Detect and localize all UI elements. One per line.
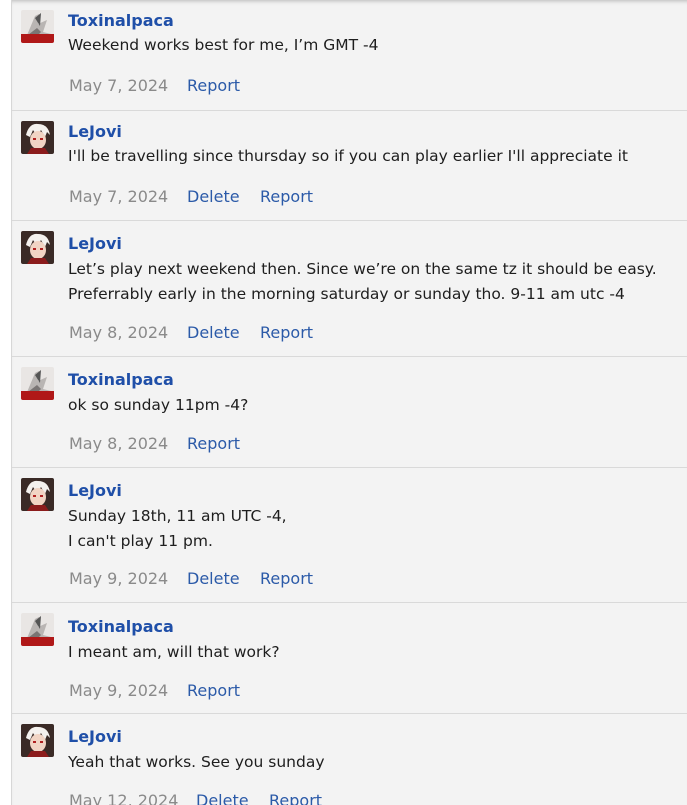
- toxinalpaca-avatar[interactable]: [21, 367, 54, 400]
- report-button[interactable]: Report: [269, 791, 322, 805]
- message-author[interactable]: Toxinalpaca: [68, 617, 174, 636]
- message-text: I can't play 11 pm.: [68, 532, 213, 550]
- report-button[interactable]: Report: [187, 681, 240, 700]
- report-button[interactable]: Report: [260, 187, 313, 206]
- report-button[interactable]: Report: [260, 323, 313, 342]
- message-item: Toxinalpaca I meant am, will that work? …: [12, 602, 687, 714]
- message-date: May 9, 2024: [69, 681, 169, 700]
- lejovi-avatar[interactable]: [21, 724, 54, 757]
- message-item: LeJovi Yeah that works. See you sunday M…: [12, 713, 687, 805]
- report-button[interactable]: Report: [260, 569, 313, 588]
- message-item: LeJovi I'll be travelling since thursday…: [12, 110, 687, 221]
- lejovi-avatar[interactable]: [21, 231, 54, 264]
- message-item: LeJovi Let’s play next weekend then. Sin…: [12, 220, 687, 357]
- message-author[interactable]: LeJovi: [68, 122, 122, 141]
- message-author[interactable]: LeJovi: [68, 727, 122, 746]
- message-text: I'll be travelling since thursday so if …: [68, 147, 628, 165]
- message-text: Yeah that works. See you sunday: [68, 753, 325, 771]
- message-text: Let’s play next weekend then. Since we’r…: [68, 260, 657, 278]
- message-text: Preferrably early in the morning saturda…: [68, 285, 625, 303]
- message-thread: Toxinalpaca Weekend works best for me, I…: [11, 0, 687, 805]
- message-date: May 8, 2024: [69, 434, 169, 453]
- toxinalpaca-avatar[interactable]: [21, 613, 54, 646]
- message-author[interactable]: Toxinalpaca: [68, 370, 174, 389]
- delete-button[interactable]: Delete: [196, 791, 249, 805]
- delete-button[interactable]: Delete: [187, 323, 240, 342]
- message-item: Toxinalpaca ok so sunday 11pm -4? May 8,…: [12, 356, 687, 468]
- message-author[interactable]: Toxinalpaca: [68, 11, 174, 30]
- message-item: LeJovi Sunday 18th, 11 am UTC -4, I can'…: [12, 467, 687, 603]
- message-text: ok so sunday 11pm -4?: [68, 396, 249, 414]
- delete-button[interactable]: Delete: [187, 569, 240, 588]
- toxinalpaca-avatar[interactable]: [21, 10, 54, 43]
- report-button[interactable]: Report: [187, 76, 240, 95]
- message-date: May 12, 2024: [69, 791, 179, 805]
- message-date: May 7, 2024: [69, 187, 169, 206]
- delete-button[interactable]: Delete: [187, 187, 240, 206]
- message-text: I meant am, will that work?: [68, 643, 280, 661]
- message-author[interactable]: LeJovi: [68, 234, 122, 253]
- message-date: May 9, 2024: [69, 569, 169, 588]
- message-text: Weekend works best for me, I’m GMT -4: [68, 36, 379, 54]
- message-text: Sunday 18th, 11 am UTC -4,: [68, 507, 287, 525]
- lejovi-avatar[interactable]: [21, 121, 54, 154]
- message-date: May 8, 2024: [69, 323, 169, 342]
- message-item: Toxinalpaca Weekend works best for me, I…: [12, 0, 687, 110]
- message-date: May 7, 2024: [69, 76, 169, 95]
- report-button[interactable]: Report: [187, 434, 240, 453]
- message-author[interactable]: LeJovi: [68, 481, 122, 500]
- lejovi-avatar[interactable]: [21, 478, 54, 511]
